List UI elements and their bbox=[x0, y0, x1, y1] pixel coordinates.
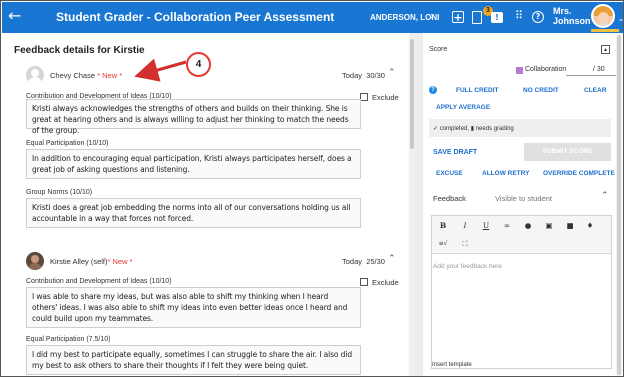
entry-date-score: Today 25/30 bbox=[342, 257, 385, 266]
feedback-editor[interactable]: B I U ∞ ● ▣ ■ ♦ ≡√ ⛶ bbox=[431, 215, 612, 369]
annotation-callout: 4 bbox=[186, 52, 211, 77]
score-input[interactable] bbox=[566, 75, 616, 76]
feedback-comment: Kristi does a great job embedding the no… bbox=[26, 198, 361, 228]
feedback-placeholder: Add your feedback here bbox=[433, 263, 503, 270]
feedback-comment: Kristi always acknowledges the strengths… bbox=[26, 99, 361, 135]
exclude-checkbox[interactable]: Exclude bbox=[360, 93, 399, 102]
feedback-entry-header: Chevy Chase * New * Today 30/30 ⌃ bbox=[26, 66, 402, 84]
apply-average-button[interactable]: APPLY AVERAGE bbox=[436, 104, 490, 111]
app-window: ← Student Grader - Collaboration Peer As… bbox=[0, 0, 624, 377]
back-arrow-icon[interactable]: ← bbox=[8, 6, 28, 26]
collapse-chevron-icon[interactable]: ⌃ bbox=[388, 68, 396, 78]
feedback-panel: Feedback details for Kirstie Chevy Chase… bbox=[2, 33, 415, 376]
document-icon: ▮ bbox=[470, 126, 475, 132]
help-circle-icon[interactable]: ? bbox=[429, 86, 437, 94]
feedback-label: Feedback bbox=[433, 194, 466, 203]
visibility-label: Visible to student bbox=[495, 194, 552, 203]
user-avatar[interactable] bbox=[591, 4, 615, 28]
criterion-label: Equal Participation (10/10) bbox=[26, 140, 109, 147]
clipboard-icon[interactable] bbox=[472, 11, 482, 24]
chevron-down-icon[interactable]: ⌄ bbox=[614, 12, 623, 26]
add-icon[interactable]: + bbox=[452, 11, 464, 23]
feedback-comment: In addition to encouraging equal partici… bbox=[26, 149, 361, 179]
status-badge: ✓ completed, ▮ needs grading bbox=[429, 119, 611, 137]
message-icon[interactable]: ! bbox=[491, 12, 503, 23]
score-max: / 30 bbox=[593, 66, 605, 73]
italic-icon[interactable]: I bbox=[460, 221, 470, 231]
user-name-line2: Johnson bbox=[553, 16, 591, 26]
user-name[interactable]: Mrs. Johnson bbox=[553, 6, 591, 26]
feedback-comment: I did my best to participate equally, so… bbox=[26, 345, 361, 375]
math-icon[interactable]: ≡√ bbox=[438, 239, 448, 249]
reviewer-name: Kirstie Alley (self)* New * bbox=[50, 257, 133, 266]
collapse-chevron-icon[interactable]: ⌃ bbox=[388, 254, 396, 264]
feedback-entry-header: Kirstie Alley (self)* New * Today 25/30 … bbox=[26, 252, 402, 270]
excuse-button[interactable]: EXCUSE bbox=[436, 170, 463, 177]
criterion-name: Collaboration bbox=[525, 66, 567, 73]
top-bar: ← Student Grader - Collaboration Peer As… bbox=[2, 2, 623, 33]
color-drop-icon[interactable]: ● bbox=[523, 221, 533, 231]
allow-retry-button[interactable]: ALLOW RETRY bbox=[482, 170, 529, 177]
underline-icon[interactable]: U bbox=[481, 221, 491, 231]
sidebar-scrollbar[interactable] bbox=[616, 33, 622, 376]
criterion-color-swatch bbox=[516, 67, 523, 74]
annotation-arrow bbox=[134, 59, 187, 82]
criterion-label: Contribution and Development of Ideas (1… bbox=[26, 278, 172, 285]
apps-grid-icon[interactable]: ⠿ bbox=[512, 9, 526, 23]
save-draft-button[interactable]: SAVE DRAFT bbox=[433, 149, 477, 156]
score-heading: Score bbox=[429, 46, 448, 53]
next-student-chevron-icon[interactable]: › bbox=[430, 9, 434, 22]
fullscreen-icon[interactable]: ⛶ bbox=[460, 239, 470, 249]
video-icon[interactable]: ■ bbox=[565, 221, 575, 231]
submit-score-button[interactable]: SUBMIT SCORE bbox=[524, 143, 611, 161]
criterion-label: Equal Participation (7.5/10) bbox=[26, 336, 111, 343]
student-selector[interactable]: ANDERSON, LONI bbox=[370, 13, 439, 22]
active-indicator bbox=[591, 29, 619, 32]
checkbox-icon bbox=[360, 93, 368, 101]
panel-divider bbox=[415, 33, 423, 376]
criterion-label: Group Norms (10/10) bbox=[26, 189, 93, 196]
feedback-title: Feedback details for Kirstie bbox=[14, 45, 145, 56]
reviewer-avatar bbox=[26, 252, 44, 270]
feedback-collapse-icon[interactable]: ⌃ bbox=[601, 191, 609, 201]
exclude-checkbox[interactable]: Exclude bbox=[360, 278, 399, 287]
grading-sidebar: Score ▴ Collaboration / 30 ? FULL CREDIT… bbox=[423, 33, 623, 376]
expand-icon[interactable]: ▴ bbox=[601, 45, 610, 54]
new-marker: * New * bbox=[107, 257, 133, 266]
user-name-line1: Mrs. bbox=[553, 6, 572, 16]
bold-icon[interactable]: B bbox=[438, 221, 448, 231]
link-icon[interactable]: ∞ bbox=[502, 221, 512, 231]
insert-template-link[interactable]: Insert template bbox=[432, 362, 472, 368]
full-credit-button[interactable]: FULL CREDIT bbox=[456, 87, 499, 94]
microphone-icon[interactable]: ♦ bbox=[585, 221, 595, 231]
page-title: Student Grader - Collaboration Peer Asse… bbox=[56, 10, 335, 24]
image-icon[interactable]: ▣ bbox=[544, 221, 554, 231]
help-icon[interactable]: ? bbox=[532, 11, 544, 23]
clear-button[interactable]: CLEAR bbox=[584, 87, 606, 94]
no-credit-button[interactable]: NO CREDIT bbox=[523, 87, 559, 94]
reviewer-avatar bbox=[26, 66, 44, 84]
editor-toolbar: B I U ∞ ● ▣ ■ ♦ ≡√ ⛶ bbox=[432, 216, 611, 254]
entry-date-score: Today 30/30 bbox=[342, 71, 385, 80]
check-icon: ✓ bbox=[433, 126, 439, 132]
checkbox-icon bbox=[360, 278, 368, 286]
feedback-comment: I was able to share my ideas, but was al… bbox=[26, 287, 361, 328]
override-complete-button[interactable]: OVERRIDE COMPLETE bbox=[543, 170, 615, 177]
